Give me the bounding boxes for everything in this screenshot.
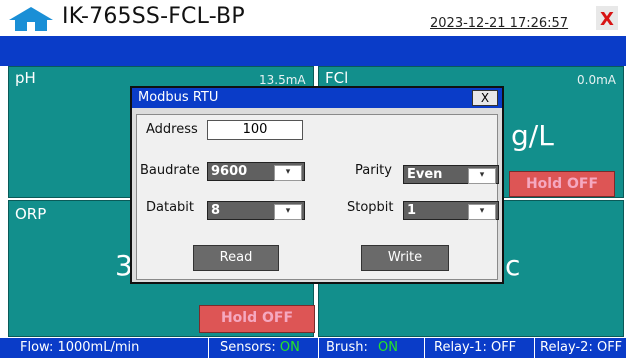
chevron-down-icon: ▾ bbox=[274, 204, 302, 220]
orp-hold-button[interactable]: Hold OFF bbox=[199, 305, 315, 333]
orp-label: ORP bbox=[15, 205, 47, 223]
close-icon[interactable]: X bbox=[596, 6, 618, 30]
ph-label: pH bbox=[15, 69, 36, 87]
secondary-value: c bbox=[505, 249, 521, 282]
header-band bbox=[0, 36, 626, 66]
relay1-status: Relay-1: OFF bbox=[434, 340, 517, 355]
brush-label: Brush: bbox=[326, 340, 368, 355]
chevron-down-icon: ▾ bbox=[468, 168, 496, 184]
write-button[interactable]: Write bbox=[361, 245, 449, 271]
status-divider bbox=[424, 338, 425, 358]
address-field[interactable]: 100 bbox=[207, 120, 303, 140]
brush-value: ON bbox=[378, 340, 399, 355]
ph-current: 13.5mA bbox=[259, 73, 306, 87]
modbus-dialog: Modbus RTU X Address 100 Baudrate 9600 ▾… bbox=[130, 86, 504, 284]
dialog-body: Address 100 Baudrate 9600 ▾ Parity Even … bbox=[136, 114, 499, 280]
status-divider bbox=[318, 338, 319, 358]
flow-status: Flow: 1000mL/min bbox=[20, 340, 140, 355]
address-label: Address bbox=[146, 122, 198, 137]
databit-select[interactable]: 8 ▾ bbox=[207, 201, 305, 220]
sensors-status: Sensors: ON bbox=[220, 338, 300, 358]
stopbit-label: Stopbit bbox=[347, 200, 394, 215]
datetime-display: 2023-12-21 17:26:57 bbox=[430, 16, 569, 31]
close-glyph: X bbox=[600, 9, 614, 30]
relay2-status: Relay-2: OFF bbox=[540, 340, 623, 355]
baudrate-label: Baudrate bbox=[140, 163, 200, 178]
sensors-value: ON bbox=[279, 340, 300, 355]
parity-value: Even bbox=[407, 167, 443, 182]
sensors-label: Sensors: bbox=[220, 340, 276, 355]
fcl-hold-button[interactable]: Hold OFF bbox=[509, 171, 615, 197]
databit-value: 8 bbox=[211, 203, 221, 218]
dialog-close-button[interactable]: X bbox=[472, 90, 498, 106]
stopbit-value: 1 bbox=[407, 203, 417, 218]
status-divider bbox=[208, 338, 209, 358]
status-divider bbox=[534, 338, 535, 358]
fcl-current: 0.0mA bbox=[577, 73, 616, 87]
device-title: IK-765SS-FCL-BP bbox=[62, 4, 245, 29]
parity-select[interactable]: Even ▾ bbox=[403, 165, 499, 184]
baudrate-select[interactable]: 9600 ▾ bbox=[207, 162, 305, 181]
databit-label: Databit bbox=[146, 200, 195, 215]
fcl-unit: g/L bbox=[511, 119, 554, 152]
parity-label: Parity bbox=[355, 163, 392, 178]
stopbit-select[interactable]: 1 ▾ bbox=[403, 201, 499, 220]
chevron-down-icon: ▾ bbox=[274, 165, 302, 181]
baudrate-value: 9600 bbox=[211, 164, 248, 179]
brush-status: Brush: ON bbox=[326, 338, 398, 358]
read-button[interactable]: Read bbox=[193, 245, 279, 271]
home-icon[interactable] bbox=[8, 6, 54, 32]
dialog-title-bar: Modbus RTU X bbox=[132, 88, 502, 108]
dialog-title: Modbus RTU bbox=[138, 90, 219, 105]
fcl-label: FCl bbox=[325, 69, 349, 87]
chevron-down-icon: ▾ bbox=[468, 204, 496, 220]
